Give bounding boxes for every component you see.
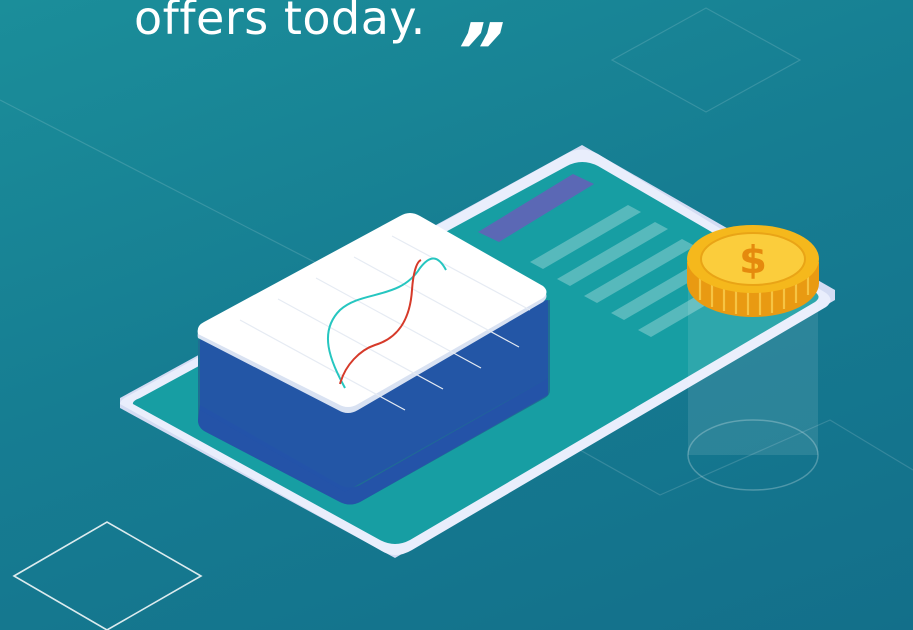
outline-diamond-bottom-left: [12, 521, 203, 630]
dollar-coin-icon: $: [687, 225, 819, 317]
illustration-scene: $: [0, 7, 913, 630]
outline-diamond-top-right: [610, 7, 802, 113]
coin-symbol: $: [739, 239, 767, 283]
